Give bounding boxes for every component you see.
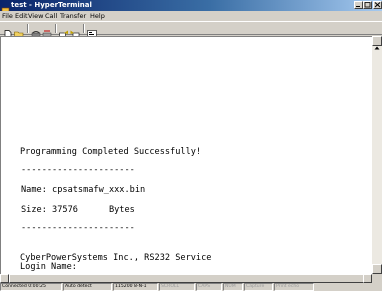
menu-file[interactable]: File [2, 11, 13, 21]
scroll-left-button[interactable] [0, 274, 9, 289]
status-connected: Connected 0:00:25 [0, 283, 62, 291]
menu-transfer[interactable]: Transfer [60, 11, 86, 21]
status-baud: 115200 8-N-1 [113, 283, 158, 291]
status-capture: Capture [244, 283, 273, 291]
open-folder-icon[interactable] [14, 24, 24, 39]
menu-bar: File Edit View Call Transfer Help [0, 11, 382, 21]
terminal-line: ---------------------- [21, 165, 135, 175]
chevron-up-icon [374, 46, 380, 50]
toolbar-separator [27, 24, 29, 33]
phone-call-icon[interactable] [31, 24, 41, 39]
horizontal-scrollbar[interactable] [0, 274, 372, 289]
menu-edit[interactable]: Edit [15, 11, 28, 21]
hyperterminal-window: test - HyperTerminal File Edit View Call… [0, 0, 382, 291]
status-scroll: SCROLL [159, 283, 195, 291]
hyperterminal-app-icon[interactable] [1, 1, 10, 16]
toolbar [0, 21, 382, 39]
scroll-down-button[interactable] [372, 264, 382, 278]
toolbar-separator [55, 24, 57, 33]
menu-view[interactable]: View [28, 11, 43, 21]
new-document-icon[interactable] [3, 24, 13, 39]
scroll-right-button[interactable] [363, 274, 372, 289]
terminal-line: Size: 37576 Bytes [21, 205, 135, 215]
terminal-line: Programming Completed Successfully! [20, 147, 202, 157]
terminal-line: Login Name: [20, 262, 77, 272]
menu-help[interactable]: Help [90, 11, 105, 21]
close-button[interactable] [373, 1, 382, 9]
title-bar[interactable]: test - HyperTerminal [0, 0, 382, 16]
status-num: NUM [223, 283, 243, 291]
properties-icon[interactable] [87, 24, 97, 39]
window-title: test - HyperTerminal [11, 1, 92, 9]
status-bar: Connected 0:00:25 Auto detect 115200 8-N… [0, 283, 382, 291]
scrollbar-corner [372, 274, 382, 283]
terminal-display[interactable]: Programming Completed Successfully! ----… [0, 36, 372, 274]
horizontal-scroll-thumb[interactable] [9, 274, 364, 283]
vertical-scrollbar[interactable] [372, 36, 382, 278]
terminal-screen[interactable]: Programming Completed Successfully! ----… [7, 43, 369, 272]
toolbar-separator [83, 24, 85, 33]
scroll-up-button[interactable] [372, 36, 382, 50]
minimize-button[interactable] [354, 1, 363, 9]
send-icon[interactable] [59, 24, 69, 39]
receive-icon[interactable] [70, 24, 80, 39]
disconnect-icon[interactable] [42, 24, 52, 39]
status-caps: CAPS [196, 283, 222, 291]
terminal-line: ---------------------- [21, 223, 135, 233]
status-detect: Auto detect [63, 283, 112, 291]
status-print-echo: Print echo [274, 283, 314, 291]
menu-call[interactable]: Call [45, 11, 57, 21]
terminal-line: Name: cpsatsmafw_xxx.bin [21, 185, 146, 195]
maximize-button[interactable] [363, 1, 372, 9]
